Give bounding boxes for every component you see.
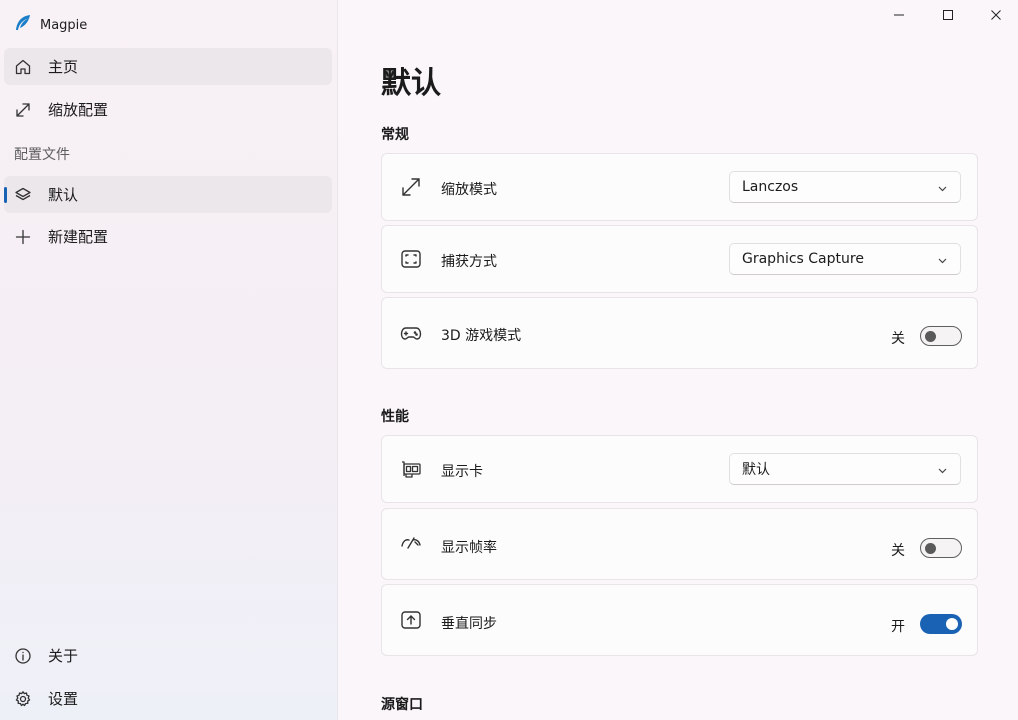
capture-method-dropdown[interactable]: Graphics Capture xyxy=(729,243,961,275)
vsync-icon xyxy=(400,609,422,631)
setting-label: 显示帧率 xyxy=(441,540,497,556)
selection-indicator xyxy=(4,187,7,203)
setting-card-capture-method: 捕获方式 Graphics Capture xyxy=(381,225,978,293)
group-title-performance: 性能 xyxy=(381,409,409,425)
main-content: 默认 常规 缩放模式 Lanczos 捕获方式 Graphics Capture xyxy=(339,0,1018,720)
setting-label: 显示卡 xyxy=(441,464,483,480)
sidebar-item-label: 主页 xyxy=(48,58,79,76)
minimize-button[interactable] xyxy=(875,0,923,30)
vsync-toggle[interactable] xyxy=(920,614,962,634)
show-fps-toggle[interactable] xyxy=(920,538,962,558)
app-window: Magpie 主页 缩放配置 配置文件 默认 新建配置 关于 设置 默认 常规 … xyxy=(0,0,1018,720)
dropdown-value: 默认 xyxy=(742,462,770,478)
speedometer-icon xyxy=(400,533,422,555)
magpie-logo-icon xyxy=(14,14,32,36)
sidebar-item-label: 设置 xyxy=(48,690,79,708)
setting-label: 缩放模式 xyxy=(441,182,497,198)
chevron-down-icon xyxy=(937,254,948,265)
setting-card-3d-game-mode: 3D 游戏模式 关 xyxy=(381,297,978,369)
sidebar: Magpie 主页 缩放配置 配置文件 默认 新建配置 关于 设置 xyxy=(0,0,338,720)
toggle-state-text: 关 xyxy=(891,543,905,559)
graphics-card-dropdown[interactable]: 默认 xyxy=(729,453,961,485)
setting-card-show-fps: 显示帧率 关 xyxy=(381,508,978,580)
chevron-down-icon xyxy=(937,182,948,193)
sidebar-item-label: 关于 xyxy=(48,647,79,665)
toggle-knob xyxy=(925,331,936,342)
setting-label: 捕获方式 xyxy=(441,254,497,270)
plus-icon xyxy=(14,228,32,246)
close-icon xyxy=(990,6,1002,25)
info-icon xyxy=(14,647,32,665)
sidebar-item-label: 缩放配置 xyxy=(48,101,109,119)
sidebar-item-new-profile[interactable]: 新建配置 xyxy=(4,218,332,255)
scale-icon xyxy=(14,101,32,119)
maximize-icon xyxy=(942,6,954,25)
sidebar-item-settings[interactable]: 设置 xyxy=(4,680,332,717)
setting-card-graphics-card: 显示卡 默认 xyxy=(381,435,978,503)
toggle-knob xyxy=(946,618,958,630)
page-title: 默认 xyxy=(381,66,441,101)
sidebar-item-about[interactable]: 关于 xyxy=(4,637,332,674)
layers-icon xyxy=(14,186,32,204)
group-title-source-window: 源窗口 xyxy=(381,697,423,713)
3d-game-mode-toggle[interactable] xyxy=(920,326,962,346)
scale-mode-dropdown[interactable]: Lanczos xyxy=(729,171,961,203)
sidebar-item-label: 默认 xyxy=(48,186,79,204)
toggle-state-text: 开 xyxy=(891,619,905,635)
app-title-text: Magpie xyxy=(40,17,88,33)
sidebar-item-label: 新建配置 xyxy=(48,228,109,246)
profiles-section-label: 配置文件 xyxy=(14,147,70,163)
dropdown-value: Graphics Capture xyxy=(742,251,864,267)
group-title-general: 常规 xyxy=(381,127,409,143)
sidebar-item-home[interactable]: 主页 xyxy=(4,48,332,85)
sidebar-item-profile-default[interactable]: 默认 xyxy=(4,176,332,213)
minimize-icon xyxy=(893,6,905,25)
dropdown-value: Lanczos xyxy=(742,179,799,195)
toggle-state-text: 关 xyxy=(891,331,905,347)
gamepad-icon xyxy=(400,322,422,344)
sidebar-item-scale-config[interactable]: 缩放配置 xyxy=(4,91,332,128)
gear-icon xyxy=(14,690,32,708)
home-icon xyxy=(14,58,32,76)
close-button[interactable] xyxy=(972,0,1018,30)
scale-icon xyxy=(400,176,422,198)
app-title: Magpie xyxy=(14,14,87,36)
setting-card-scale-mode: 缩放模式 Lanczos xyxy=(381,153,978,221)
capture-icon xyxy=(400,248,422,270)
toggle-knob xyxy=(925,543,936,554)
graphics-card-icon xyxy=(400,458,422,480)
maximize-button[interactable] xyxy=(924,0,972,30)
setting-card-vsync: 垂直同步 开 xyxy=(381,584,978,656)
setting-label: 垂直同步 xyxy=(441,616,497,632)
setting-label: 3D 游戏模式 xyxy=(441,328,522,344)
chevron-down-icon xyxy=(937,464,948,475)
